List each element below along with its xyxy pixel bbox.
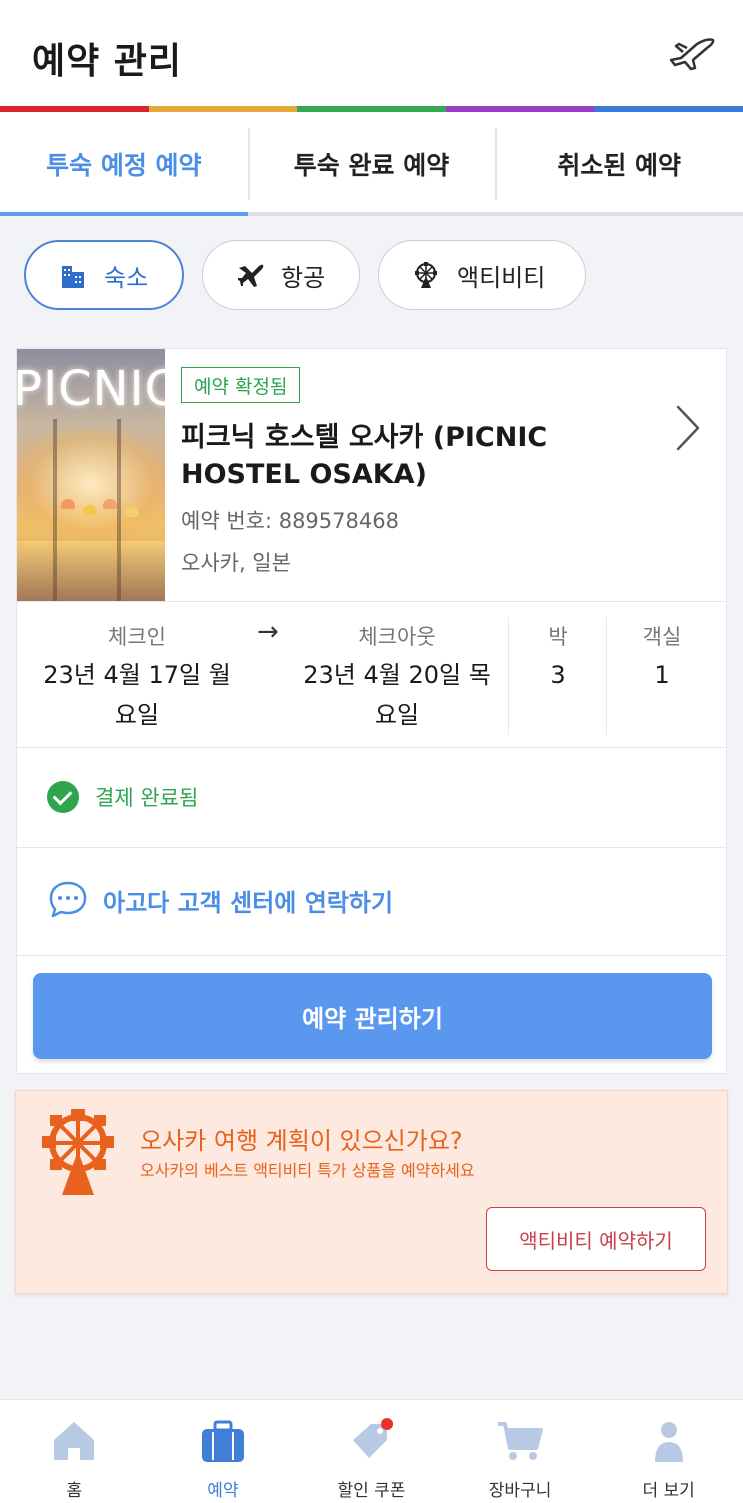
filter-flight-label: 항공 bbox=[281, 263, 326, 292]
profile-icon bbox=[654, 1422, 683, 1462]
checkout-label: 체크아웃 bbox=[358, 625, 436, 649]
thumbnail-lighting bbox=[17, 429, 165, 539]
card-divider bbox=[17, 747, 726, 748]
rooms-value: 1 bbox=[654, 661, 670, 689]
nights-label: 박 bbox=[548, 625, 568, 649]
manage-booking-button[interactable]: 예약 관리하기 bbox=[33, 973, 712, 1059]
filter-activity-label: 액티비티 bbox=[457, 263, 546, 292]
nav-item-coupons[interactable]: 할인 쿠폰 bbox=[297, 1400, 446, 1503]
rooms-column: 객실 1 bbox=[607, 621, 717, 695]
status-badge: 예약 확정됨 bbox=[181, 367, 301, 403]
chevron-right-icon[interactable] bbox=[672, 403, 702, 453]
category-filters: 숙소 항공 액티비티 bbox=[24, 240, 586, 310]
bottom-navigation: 홈 예약 할인 쿠폰 장바구니 더 보기 bbox=[0, 1399, 743, 1503]
nav-label-home: 홈 bbox=[66, 1481, 83, 1501]
chat-bubble-icon bbox=[49, 881, 87, 918]
card-divider bbox=[17, 955, 726, 956]
arrow-right-icon: → bbox=[257, 617, 279, 647]
briefcase-icon bbox=[201, 1420, 244, 1462]
thumbnail-chair bbox=[103, 499, 117, 509]
hotel-thumbnail[interactable]: PICNIC bbox=[17, 349, 165, 601]
nav-item-bookings[interactable]: 예약 bbox=[149, 1400, 298, 1503]
check-circle-icon bbox=[47, 781, 79, 813]
page-title: 예약 관리 bbox=[32, 41, 183, 82]
ferris-wheel-icon bbox=[42, 1109, 114, 1195]
hotel-icon bbox=[62, 266, 84, 288]
contact-support-label: 아고다 고객 센터에 연락하기 bbox=[103, 888, 394, 917]
checkin-label: 체크인 bbox=[108, 625, 166, 649]
contact-support-link[interactable]: 아고다 고객 센터에 연락하기 bbox=[47, 879, 393, 921]
booking-card[interactable]: PICNIC 예약 확정됨 피크닉 호스텔 오사카 (PICNIC HOSTEL… bbox=[16, 348, 727, 1074]
rooms-label: 객실 bbox=[642, 625, 682, 649]
nav-item-more[interactable]: 더 보기 bbox=[594, 1400, 743, 1503]
hotel-name[interactable]: 피크닉 호스텔 오사카 (PICNIC HOSTEL OSAKA) bbox=[181, 419, 621, 493]
tab-cancelled[interactable]: 취소된 예약 bbox=[495, 112, 743, 216]
tab-completed[interactable]: 투숙 완료 예약 bbox=[247, 112, 496, 216]
ferris-wheel-icon bbox=[415, 262, 437, 288]
activity-promo-banner: 오사카 여행 계획이 있으신가요? 오사카의 베스트 액티비티 특가 상품을 예… bbox=[15, 1090, 728, 1294]
thumbnail-pillar bbox=[53, 419, 57, 601]
promo-subtitle: 오사카의 베스트 액티비티 특가 상품을 예약하세요 bbox=[140, 1161, 475, 1180]
filter-hotel-chip[interactable]: 숙소 bbox=[24, 240, 184, 310]
payment-status: 결제 완료됨 bbox=[47, 781, 198, 813]
nav-item-home[interactable]: 홈 bbox=[0, 1400, 149, 1503]
nav-label-cart: 장바구니 bbox=[488, 1481, 552, 1501]
nights-value: 3 bbox=[550, 661, 566, 689]
checkout-date-line2: 요일 bbox=[374, 701, 420, 729]
coupon-tag-icon bbox=[353, 1418, 394, 1458]
nights-column: 박 3 bbox=[509, 621, 607, 695]
home-icon bbox=[54, 1422, 95, 1460]
nav-label-coupons: 할인 쿠폰 bbox=[337, 1481, 406, 1501]
thumbnail-pillar bbox=[117, 419, 121, 601]
app-header: 예약 관리 bbox=[0, 0, 743, 108]
stay-details: 체크인 23년 4월 17일 월 요일 → 체크아웃 23년 4월 20일 목 … bbox=[17, 601, 726, 747]
tab-upcoming[interactable]: 투숙 예정 예약 bbox=[0, 112, 248, 216]
thumbnail-chair bbox=[125, 507, 139, 517]
airplane-icon[interactable] bbox=[667, 34, 717, 74]
payment-status-label: 결제 완료됨 bbox=[95, 786, 199, 810]
cart-icon bbox=[498, 1422, 544, 1460]
checkin-date-line2: 요일 bbox=[114, 701, 160, 729]
checkout-column: 체크아웃 23년 4월 20일 목 요일 bbox=[287, 621, 507, 735]
booking-number: 예약 번호: 889578468 bbox=[181, 509, 399, 533]
nav-label-more: 더 보기 bbox=[642, 1481, 695, 1501]
thumbnail-chair bbox=[61, 499, 75, 509]
thumbnail-floor bbox=[17, 541, 165, 601]
hotel-location: 오사카, 일본 bbox=[181, 551, 291, 575]
filter-hotel-label: 숙소 bbox=[104, 263, 149, 292]
checkin-column: 체크인 23년 4월 17일 월 요일 bbox=[27, 621, 247, 735]
card-divider bbox=[17, 847, 726, 848]
book-activity-button[interactable]: 액티비티 예약하기 bbox=[486, 1207, 706, 1271]
filter-activity-chip[interactable]: 액티비티 bbox=[378, 240, 586, 310]
promo-title: 오사카 여행 계획이 있으신가요? bbox=[140, 1127, 463, 1155]
checkout-date-line1: 23년 4월 20일 목 bbox=[303, 661, 491, 689]
nav-item-cart[interactable]: 장바구니 bbox=[446, 1400, 595, 1503]
filter-flight-chip[interactable]: 항공 bbox=[202, 240, 360, 310]
checkin-date-line1: 23년 4월 17일 월 bbox=[43, 661, 231, 689]
nav-label-bookings: 예약 bbox=[207, 1481, 239, 1501]
airplane-icon bbox=[238, 264, 264, 287]
thumbnail-sign: PICNIC bbox=[17, 361, 165, 417]
booking-tabs: 투숙 예정 예약 투숙 완료 예약 취소된 예약 bbox=[0, 112, 743, 216]
thumbnail-chair bbox=[83, 505, 97, 515]
